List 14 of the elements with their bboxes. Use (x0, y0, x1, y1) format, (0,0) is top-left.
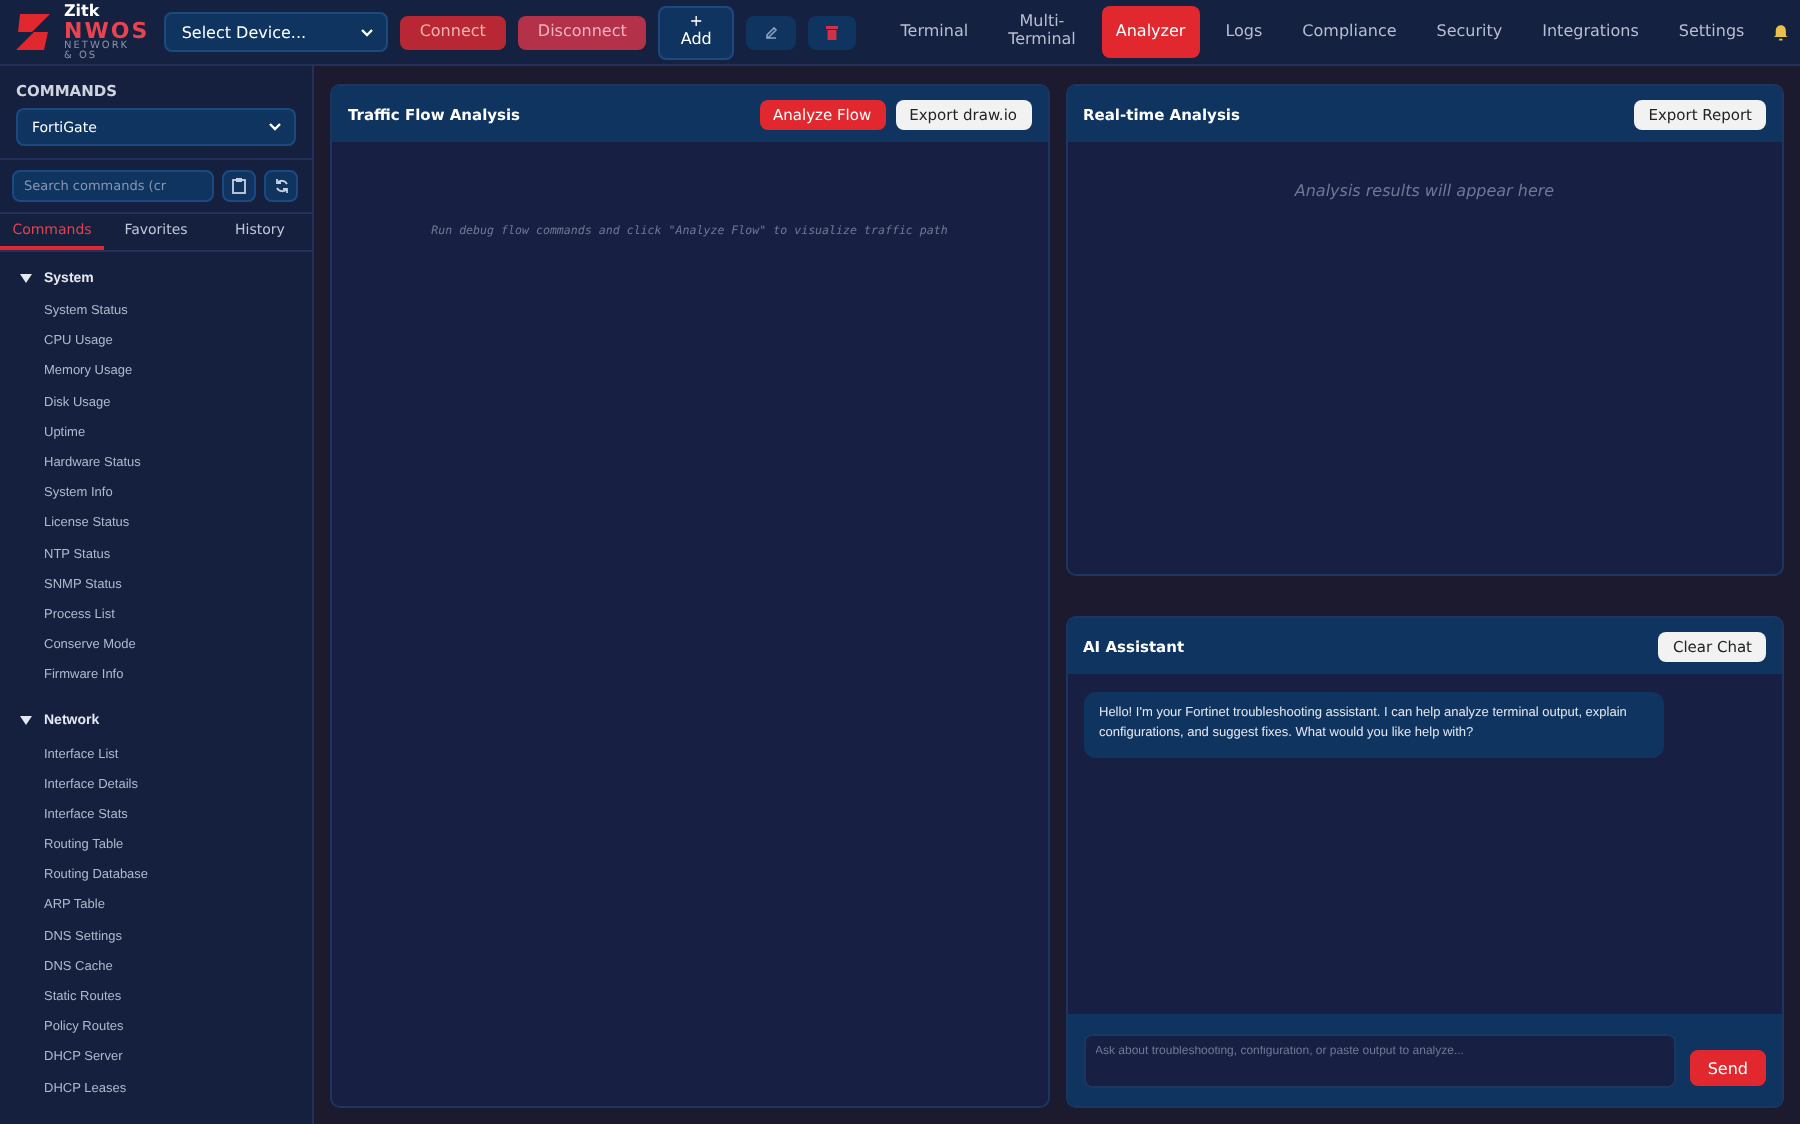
logo-name: NWOS (64, 19, 150, 41)
nav-tab[interactable]: Integrations (1528, 6, 1653, 58)
send-button[interactable]: Send (1689, 1050, 1766, 1086)
nav-tab[interactable]: Security (1422, 6, 1517, 58)
nav-tab[interactable]: Compliance (1288, 6, 1411, 58)
empty-state-text: Analysis results will appear here (1294, 182, 1555, 200)
nav-tab[interactable]: Multi- Terminal (994, 6, 1090, 58)
nav-tab[interactable]: Terminal (886, 6, 983, 58)
nav-tab[interactable]: Logs (1211, 6, 1277, 58)
logo-title: Zitk (64, 3, 102, 19)
nav-tab[interactable]: Analyzer (1101, 6, 1200, 58)
nav-tab[interactable]: Settings (1664, 6, 1759, 58)
add-button[interactable]: + Add (658, 5, 734, 59)
device-select[interactable]: Select Device... (163, 12, 388, 52)
